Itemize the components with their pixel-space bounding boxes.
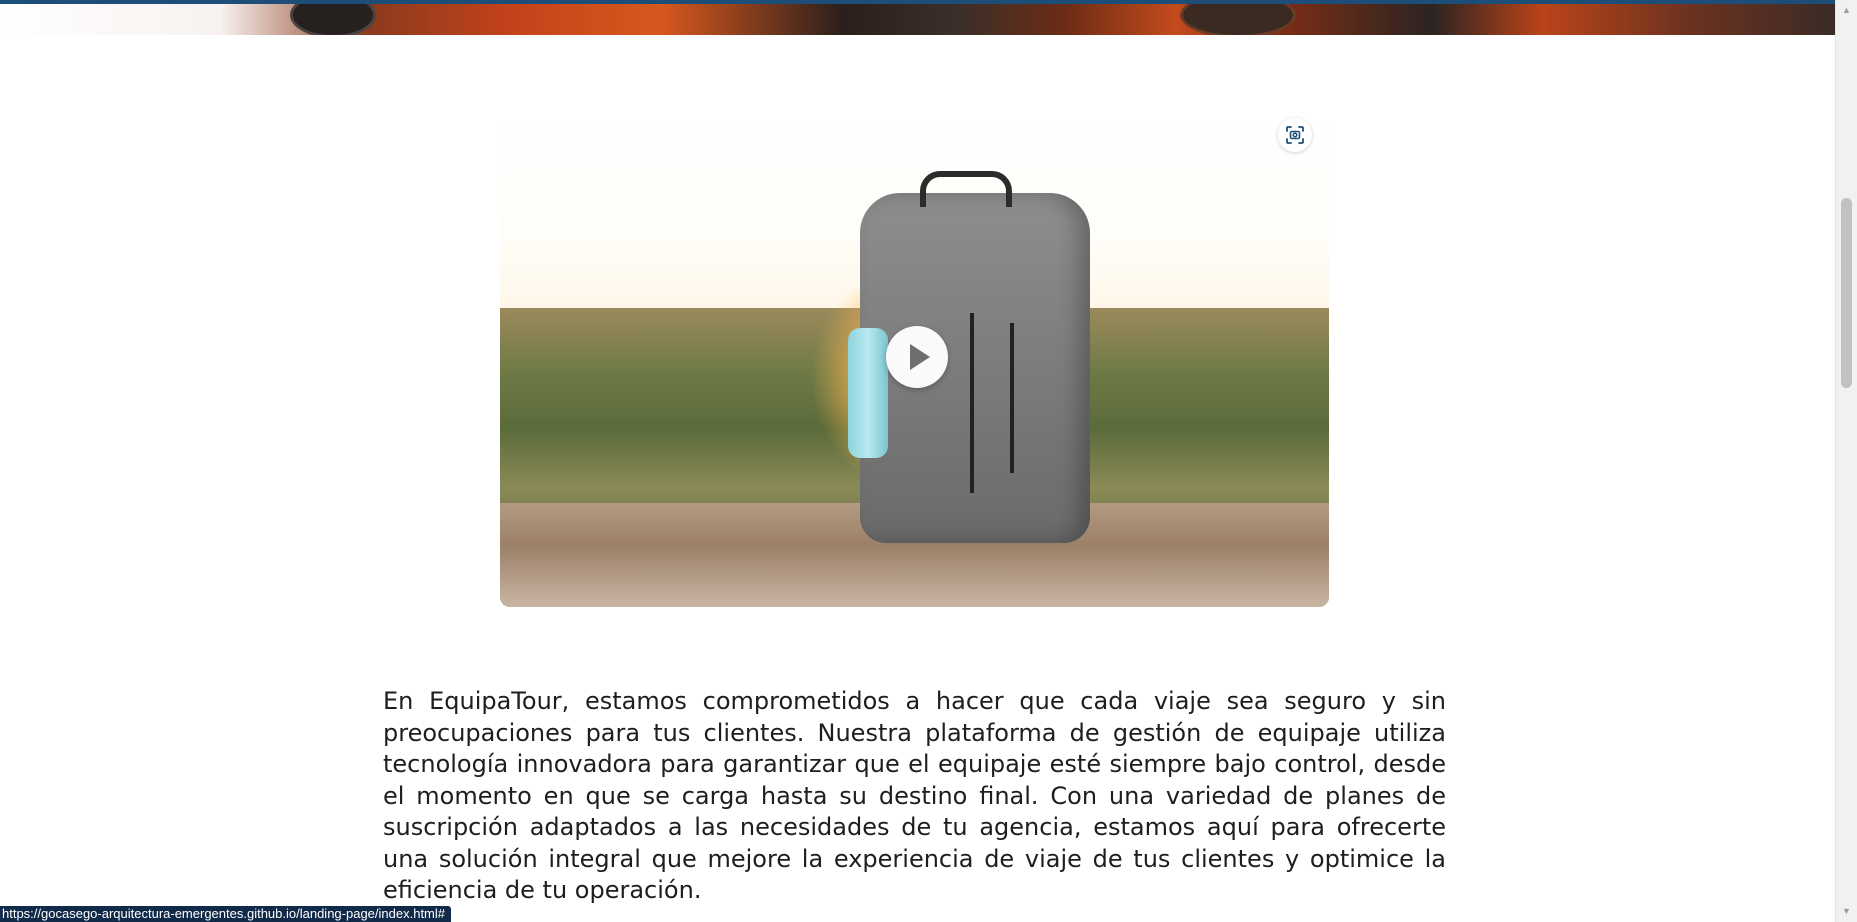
video-player[interactable] [500, 108, 1329, 607]
backpack-handle [920, 171, 1012, 207]
scroll-up-arrow-icon[interactable]: ▲ [1836, 2, 1857, 19]
play-button[interactable] [886, 326, 948, 388]
video-card [500, 108, 1329, 607]
luggage-wheel [290, 4, 376, 35]
video-thumbnail-bottle [848, 328, 888, 458]
backpack-zipper [970, 313, 974, 493]
capture-button[interactable] [1278, 118, 1312, 152]
backpack-zipper [1010, 323, 1014, 473]
scroll-down-arrow-icon[interactable]: ▼ [1836, 903, 1857, 920]
vertical-scrollbar[interactable]: ▲ ▼ [1835, 0, 1857, 922]
play-icon [909, 344, 930, 370]
luggage-wheel [1180, 4, 1296, 35]
scrollbar-thumb[interactable] [1841, 198, 1852, 388]
company-description: En EquipaTour, estamos comprometidos a h… [383, 687, 1446, 904]
focus-scan-icon [1286, 126, 1304, 144]
link-status-bar: https://gocasego-arquitectura-emergentes… [0, 906, 451, 922]
hero-image-bottom-edge [0, 4, 1836, 35]
